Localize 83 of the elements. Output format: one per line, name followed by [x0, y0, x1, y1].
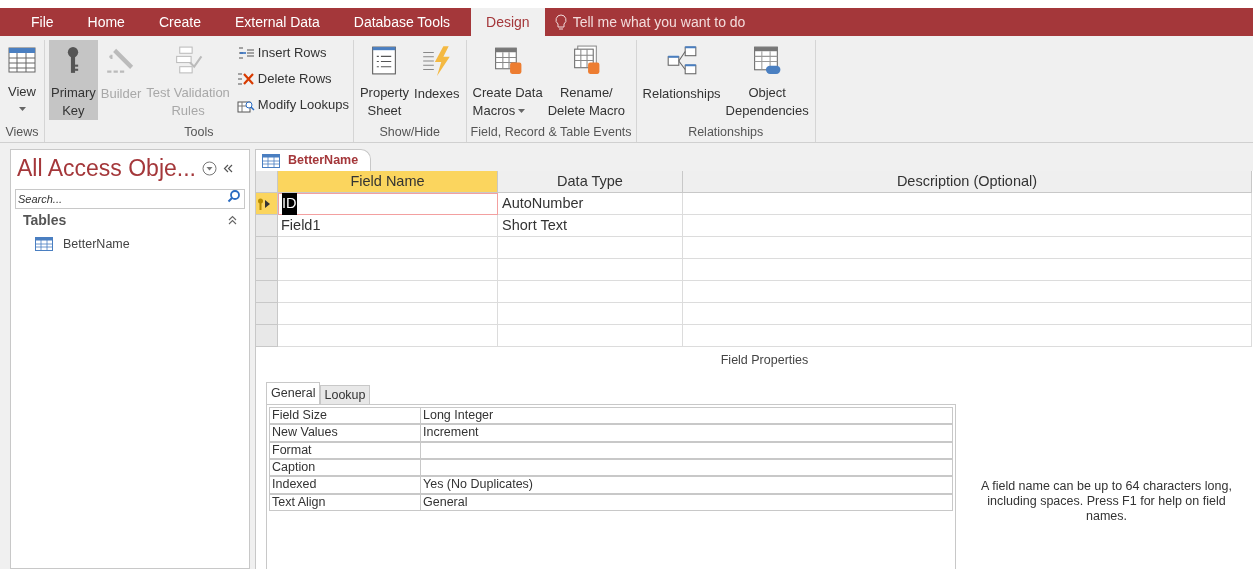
table-cell[interactable]: AutoNumber [498, 193, 683, 215]
property-value[interactable]: General [421, 493, 953, 512]
table-cell[interactable] [683, 325, 1252, 347]
table-cell[interactable] [683, 303, 1252, 325]
table-cell[interactable] [498, 325, 683, 347]
document-tab[interactable]: BetterName [255, 149, 372, 171]
property-label: Indexed [269, 476, 421, 494]
table-icon [6, 44, 38, 76]
group-label: Views [4, 124, 40, 141]
ribbon-button[interactable]: Property Sheet [357, 40, 412, 120]
ribbon-tab[interactable]: Design [471, 8, 545, 36]
table-cell[interactable]: ID [278, 193, 498, 215]
property-tab[interactable]: General [266, 381, 321, 404]
dropdown-circle-icon[interactable] [201, 160, 217, 176]
ribbon-tab[interactable]: Create [145, 8, 214, 36]
caret-icon [18, 107, 26, 111]
ribbon-button[interactable]: Object Dependencies [723, 40, 811, 120]
ribbon-button[interactable]: View [4, 40, 40, 120]
key-icon [256, 197, 265, 210]
help-text: A field name can be up to 64 characters long, including spaces. Press F1 for help on field names. [980, 478, 1233, 524]
table-cell[interactable] [683, 281, 1252, 303]
search-icon[interactable] [227, 189, 241, 203]
caret-icon [518, 109, 526, 113]
ribbon-button[interactable]: Indexes [412, 40, 462, 120]
search-field[interactable]: Search... [15, 189, 245, 209]
section-header: Tables [23, 210, 67, 230]
collapse-pane-icon[interactable] [222, 163, 233, 173]
table-icon [262, 153, 280, 168]
property-label: Field Size [269, 406, 421, 425]
column-header: Field Name [278, 171, 498, 193]
table-cell[interactable] [278, 325, 498, 347]
pane-title: All Access Obje... [17, 153, 196, 183]
ribbon-tab[interactable]: Database Tools [340, 8, 464, 36]
ribbon-button[interactable]: Insert Rows [236, 42, 349, 64]
insert-rows-icon [236, 45, 255, 61]
lightbulb-icon [554, 14, 567, 30]
property-label: Text Align [269, 493, 421, 512]
ribbon-button[interactable]: Primary Key [49, 40, 98, 120]
current-row-arrow-icon [265, 199, 270, 208]
ribbon-button[interactable]: Create Data Macros [470, 40, 545, 120]
property-tab[interactable]: Lookup [320, 384, 370, 404]
nav-item[interactable]: BetterName [11, 232, 249, 256]
group-label: Field, Record & Table Events [470, 124, 632, 141]
ribbon-tab[interactable]: File [18, 8, 67, 36]
property-value[interactable]: Increment [421, 424, 953, 442]
property-value[interactable] [421, 441, 953, 459]
table-cell[interactable]: Field1 [278, 215, 498, 237]
ribbon-button[interactable]: Delete Rows [236, 68, 349, 90]
delete-rows-icon [236, 71, 255, 87]
ribbon-button[interactable]: Relationships [640, 40, 723, 120]
table-icon [35, 237, 53, 251]
group-label: Show/Hide [378, 124, 441, 141]
table-cell[interactable] [278, 303, 498, 325]
table-cell[interactable] [498, 281, 683, 303]
table-cell[interactable] [498, 237, 683, 259]
ribbon-tab[interactable]: Home [74, 8, 138, 36]
property-label: Format [269, 441, 421, 459]
table-cell[interactable] [278, 259, 498, 281]
property-value[interactable]: Long Integer [421, 406, 953, 425]
table-cell[interactable]: Short Text [498, 215, 683, 237]
table-cell[interactable] [683, 193, 1252, 215]
property-label: New Values [269, 424, 421, 442]
section-title: Field Properties [720, 352, 809, 369]
column-header: Description (Optional) [683, 171, 1252, 193]
collapse-section-icon[interactable] [228, 215, 237, 225]
property-label: Caption [269, 458, 421, 477]
table-cell[interactable] [278, 237, 498, 259]
tell-me-field[interactable]: Tell me what you want to do [554, 8, 746, 36]
table-cell[interactable] [498, 303, 683, 325]
column-header: Data Type [498, 171, 683, 193]
table-cell[interactable] [498, 259, 683, 281]
table-cell[interactable] [683, 237, 1252, 259]
table-cell[interactable] [683, 259, 1252, 281]
property-value[interactable]: Yes (No Duplicates) [421, 476, 953, 494]
group-label: Relationships [687, 124, 765, 141]
group-label: Tools [183, 124, 215, 141]
property-value[interactable] [421, 458, 953, 477]
row-selector[interactable] [256, 193, 278, 215]
ribbon-tab[interactable]: External Data [221, 8, 333, 36]
ribbon-button[interactable]: Rename/ Delete Macro [545, 40, 627, 120]
table-cell[interactable] [683, 215, 1252, 237]
table-cell[interactable] [278, 281, 498, 303]
ribbon-button[interactable]: Modify Lookups [236, 94, 349, 116]
